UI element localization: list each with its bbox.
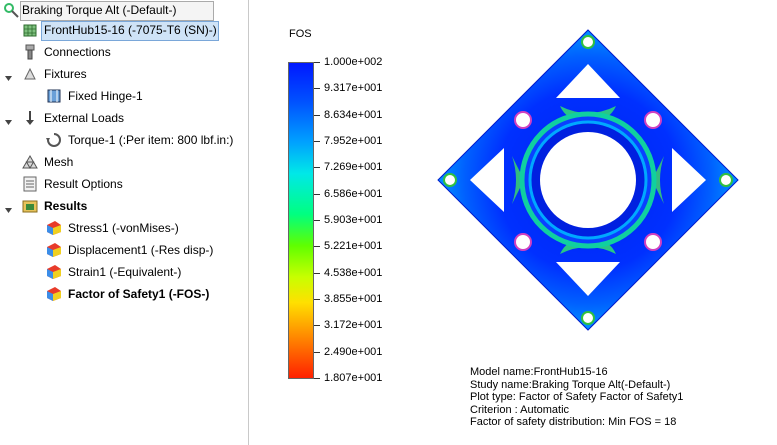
legend-title: FOS bbox=[289, 28, 312, 40]
result-options-icon bbox=[22, 176, 38, 192]
feature-tree: Braking Torque Alt (-Default-) FrontHub1… bbox=[0, 0, 248, 445]
legend-tick-label: 1.807e+001 bbox=[324, 372, 383, 384]
study-icon bbox=[3, 2, 19, 18]
info-plot-type: Plot type: Factor of Safety Factor of Sa… bbox=[470, 391, 684, 403]
tree-external-loads-item[interactable]: External Loads bbox=[0, 108, 248, 128]
legend-tick bbox=[314, 141, 320, 142]
tree-fixtures-item[interactable]: Fixtures bbox=[0, 64, 248, 84]
displacement-plot-icon bbox=[46, 242, 62, 258]
fixtures-label: Fixtures bbox=[44, 67, 87, 81]
external-loads-label: External Loads bbox=[44, 111, 125, 125]
legend-tick-label: 7.269e+001 bbox=[324, 161, 383, 174]
tree-result-displacement-item[interactable]: Displacement1 (-Res disp-) bbox=[0, 240, 248, 260]
tree-mesh-item[interactable]: Mesh bbox=[0, 152, 248, 172]
legend-tick-label: 4.538e+001 bbox=[324, 266, 383, 279]
legend-tick-label: 1.000e+002 bbox=[324, 56, 383, 68]
tree-connections-item[interactable]: Connections bbox=[0, 42, 248, 62]
legend-tick-label: 9.317e+001 bbox=[324, 82, 383, 95]
legend-tick-label: 7.952e+001 bbox=[324, 135, 383, 147]
legend-tick-label: 8.634e+001 bbox=[324, 108, 383, 121]
study-info-block: Model name:FrontHub15-16 Study name:Brak… bbox=[470, 366, 683, 429]
torque-label: Torque-1 (:Per item: 800 lbf.in:) bbox=[68, 133, 234, 147]
legend-tick bbox=[314, 220, 320, 221]
part-icon bbox=[22, 22, 38, 38]
bolt-hole bbox=[719, 173, 733, 187]
legend-color-bar bbox=[288, 62, 314, 379]
legend-tick-label: 5.903e+001 bbox=[324, 214, 383, 226]
legend-tick bbox=[314, 62, 320, 63]
part-label: FrontHub15-16 (-7075-T6 (SN)-) bbox=[44, 23, 217, 37]
expand-arrow-icon[interactable] bbox=[4, 69, 13, 81]
fixed-hinge-icon bbox=[46, 88, 62, 104]
study-label: Braking Torque Alt (-Default-) bbox=[22, 3, 177, 17]
strain-plot-icon bbox=[46, 264, 62, 280]
mesh-icon bbox=[22, 154, 38, 170]
info-study-name: Study name:Braking Torque Alt(-Default-) bbox=[470, 378, 671, 391]
expand-arrow-icon[interactable] bbox=[4, 201, 13, 213]
hub-plot-svg bbox=[437, 29, 739, 331]
results-folder-icon bbox=[22, 198, 38, 214]
results-label: Results bbox=[44, 199, 88, 213]
tree-part-item[interactable]: FrontHub15-16 (-7075-T6 (SN)-) bbox=[0, 20, 248, 41]
result-label: Factor of Safety1 (-FOS-) bbox=[68, 287, 210, 301]
bolt-hole bbox=[644, 111, 662, 129]
result-options-label: Result Options bbox=[44, 177, 123, 191]
legend-tick-label: 5.221e+001 bbox=[324, 240, 383, 253]
fixtures-icon bbox=[22, 66, 38, 82]
info-model-name: Model name:FrontHub15-16 bbox=[470, 366, 608, 378]
legend-tick bbox=[314, 114, 320, 116]
stress-plot-icon bbox=[46, 220, 62, 236]
result-label: Strain1 (-Equivalent-) bbox=[68, 265, 182, 279]
tree-fixed-hinge-item[interactable]: Fixed Hinge-1 bbox=[0, 86, 248, 106]
tree-result-strain-item[interactable]: Strain1 (-Equivalent-) bbox=[0, 262, 248, 282]
info-distribution: Factor of safety distribution: Min FOS =… bbox=[470, 416, 677, 428]
result-label: Displacement1 (-Res disp-) bbox=[68, 243, 214, 257]
torque-icon bbox=[46, 132, 62, 148]
bolt-hole bbox=[581, 311, 595, 325]
tree-torque-item[interactable]: Torque-1 (:Per item: 800 lbf.in:) bbox=[0, 130, 248, 150]
legend-tick bbox=[314, 88, 320, 90]
legend-tick bbox=[314, 378, 320, 379]
legend-tick-label: 2.490e+001 bbox=[324, 345, 383, 358]
connections-icon bbox=[22, 44, 38, 60]
tree-result-options-item[interactable]: Result Options bbox=[0, 174, 248, 194]
legend-tick-label: 3.855e+001 bbox=[324, 293, 383, 305]
fos-plot-icon bbox=[46, 286, 62, 302]
bolt-hole bbox=[581, 35, 595, 49]
result-label: Stress1 (-vonMises-) bbox=[68, 221, 179, 235]
legend-tick bbox=[314, 167, 320, 169]
legend-tick bbox=[314, 351, 320, 353]
bolt-hole bbox=[644, 233, 662, 251]
tree-study-item[interactable]: Braking Torque Alt (-Default-) bbox=[0, 0, 248, 21]
tree-results-item[interactable]: Results bbox=[0, 196, 248, 216]
legend-tick-label: 6.586e+001 bbox=[324, 187, 383, 200]
fixed-hinge-label: Fixed Hinge-1 bbox=[68, 89, 143, 103]
mesh-label: Mesh bbox=[44, 155, 74, 169]
bolt-hole bbox=[514, 111, 532, 129]
bolt-hole bbox=[443, 173, 457, 187]
hub-bore bbox=[540, 132, 636, 228]
legend-tick bbox=[314, 299, 320, 300]
external-loads-icon bbox=[22, 110, 38, 126]
tree-result-fos-item[interactable]: Factor of Safety1 (-FOS-) bbox=[0, 284, 248, 304]
legend-tick bbox=[314, 325, 320, 327]
legend-tick bbox=[314, 246, 320, 248]
bolt-hole bbox=[514, 233, 532, 251]
connections-label: Connections bbox=[44, 45, 111, 59]
legend-tick bbox=[314, 193, 320, 195]
tree-result-stress-item[interactable]: Stress1 (-vonMises-) bbox=[0, 218, 248, 238]
legend-tick-label: 3.172e+001 bbox=[324, 319, 383, 332]
fos-model-render[interactable] bbox=[420, 16, 760, 346]
info-criterion: Criterion : Automatic bbox=[470, 403, 570, 416]
expand-arrow-icon[interactable] bbox=[4, 113, 13, 125]
legend-tick bbox=[314, 272, 320, 274]
